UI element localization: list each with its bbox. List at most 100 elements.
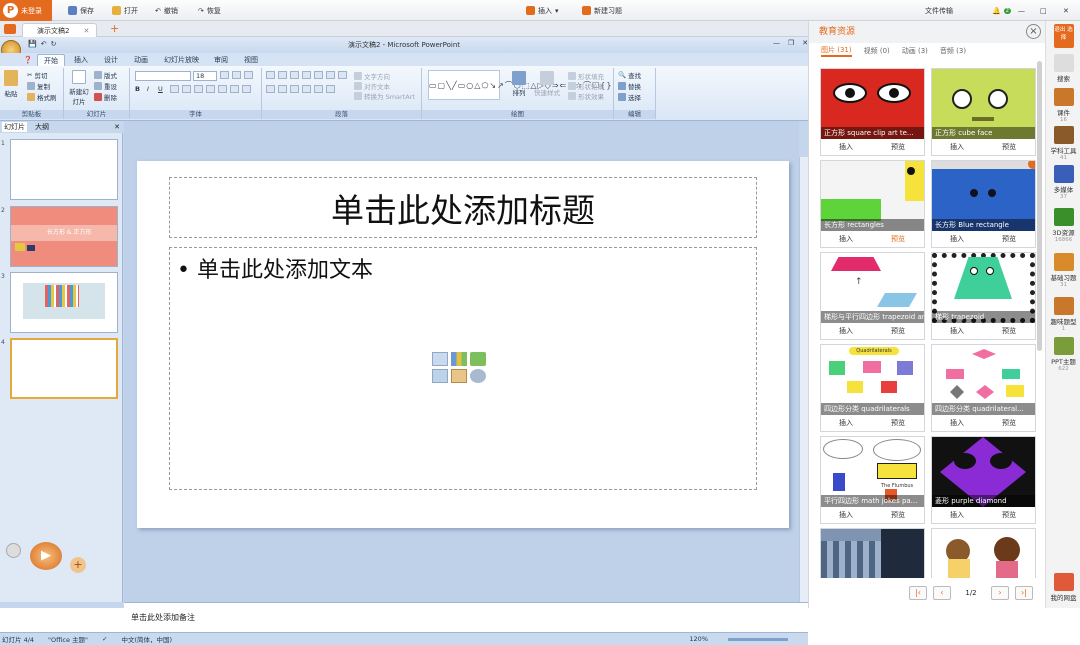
insert-button[interactable]: 插入: [950, 234, 964, 244]
tab-audio[interactable]: 音频 (3): [940, 46, 966, 56]
insert-menu[interactable]: 插入 ▾: [526, 4, 559, 17]
resource-thumbnail[interactable]: [821, 529, 924, 578]
sidebar-item[interactable]: 退出 选择: [1046, 24, 1080, 49]
font-size-select[interactable]: 18: [193, 71, 217, 81]
restore-icon[interactable]: ❐: [788, 39, 794, 47]
insert-clipart-icon[interactable]: [451, 369, 467, 383]
select-button[interactable]: 选择: [618, 92, 641, 102]
preview-button[interactable]: 预览: [891, 234, 905, 244]
resource-thumbnail[interactable]: 菱形 purple diamond: [932, 437, 1035, 507]
save-icon[interactable]: 💾: [28, 40, 37, 48]
resource-card[interactable]: The Flumbus 平行四边形 math jokes pa... 插入 预览: [820, 436, 925, 524]
resource-thumbnail[interactable]: 正方形 cube face: [932, 69, 1035, 139]
preview-button[interactable]: 预览: [891, 418, 905, 428]
tab-images[interactable]: 图片 (31): [821, 45, 852, 57]
maximize-button[interactable]: □: [1040, 4, 1047, 17]
resource-card[interactable]: [820, 528, 925, 578]
resource-card[interactable]: 长方形 Blue rectangle 插入 预览: [931, 160, 1036, 248]
last-page-button[interactable]: ›|: [1015, 586, 1033, 600]
add-button[interactable]: +: [70, 557, 86, 573]
next-page-button[interactable]: ›: [991, 586, 1009, 600]
sidebar-item[interactable]: 3D资源 16866: [1046, 208, 1080, 243]
resource-thumbnail[interactable]: 长方形 Blue rectangle: [932, 161, 1035, 231]
smartart-button[interactable]: 转换为 SmartArt: [354, 91, 415, 101]
resource-thumbnail[interactable]: [932, 529, 1035, 578]
copy-button[interactable]: 复制: [27, 81, 50, 91]
preview-button[interactable]: 预览: [1002, 510, 1016, 520]
resource-thumbnail[interactable]: Quadrilaterals 四边形分类 quadrilaterals: [821, 345, 924, 415]
insert-button[interactable]: 插入: [839, 418, 853, 428]
replace-button[interactable]: 替换: [618, 81, 641, 91]
delete-slide-button[interactable]: 删除: [94, 92, 117, 102]
tab-outline[interactable]: 大纲: [35, 122, 49, 132]
resource-thumbnail[interactable]: ↑梯形与平行四边形 trapezoid and parallelogram: [821, 253, 924, 323]
open-button[interactable]: 打开: [112, 4, 138, 17]
undo-button[interactable]: ↶ 撤销: [155, 4, 178, 17]
minimize-button[interactable]: —: [1018, 4, 1025, 17]
resource-card[interactable]: 菱形 purple diamond 插入 预览: [931, 436, 1036, 524]
resource-thumbnail[interactable]: The Flumbus 平行四边形 math jokes pa...: [821, 437, 924, 507]
sidebar-item[interactable]: 搜索: [1046, 54, 1080, 83]
slide-thumbnail-4[interactable]: [10, 338, 118, 399]
insert-picture-icon[interactable]: [432, 369, 448, 383]
zoom-level[interactable]: 120%: [689, 635, 708, 643]
resource-thumbnail[interactable]: 正方形 square clip art te...: [821, 69, 924, 139]
tab-animation[interactable]: 动画: [128, 54, 154, 66]
tab-animations[interactable]: 动画 (3): [902, 46, 928, 56]
help-icon[interactable]: ❓: [22, 54, 34, 66]
insert-smartart-icon[interactable]: [470, 352, 486, 366]
first-page-button[interactable]: |‹: [909, 586, 927, 600]
grow-font-button[interactable]: [220, 71, 254, 79]
insert-button[interactable]: 插入: [839, 142, 853, 152]
shapes-gallery[interactable]: ▭▢╲╱▭○△⬠↘↗⌒⬡⬚△▷◇⇒⇐⇑☆⌒☐{}: [428, 70, 611, 100]
insert-button[interactable]: 插入: [950, 326, 964, 336]
resource-card[interactable]: 梯形 trapezoid 插入 预览: [931, 252, 1036, 340]
insert-button[interactable]: 插入: [839, 326, 853, 336]
resource-card[interactable]: ↑梯形与平行四边形 trapezoid and parallelogram 插入 预…: [820, 252, 925, 340]
resource-card[interactable]: Quadrilaterals 四边形分类 quadrilaterals 插入 预览: [820, 344, 925, 432]
new-exercise-button[interactable]: 新建习题: [582, 4, 622, 17]
save-button[interactable]: 保存: [68, 4, 94, 17]
small-window-button[interactable]: [6, 543, 21, 558]
shape-effects-button[interactable]: 形状效果: [568, 91, 604, 101]
vertical-scrollbar[interactable]: [799, 157, 808, 602]
find-button[interactable]: 🔍 查找: [618, 70, 641, 80]
reset-button[interactable]: 重设: [94, 81, 117, 91]
layout-button[interactable]: 版式: [94, 70, 117, 80]
resource-thumbnail[interactable]: 长方形 rectangles: [821, 161, 924, 231]
cut-button[interactable]: ✂ 剪切: [27, 70, 47, 80]
shape-fill-button[interactable]: 形状填充: [568, 71, 604, 81]
align-buttons[interactable]: [266, 85, 336, 93]
undo-icon[interactable]: ↶: [41, 40, 47, 48]
preview-button[interactable]: 预览: [1002, 142, 1016, 152]
resource-thumbnail[interactable]: 梯形 trapezoid: [932, 253, 1035, 323]
shape-outline-button[interactable]: 形状轮廓: [568, 81, 604, 91]
document-tab[interactable]: 演示文稿2 ✕: [22, 23, 97, 37]
zoom-slider[interactable]: [728, 637, 788, 641]
panel-scrollbar[interactable]: [1037, 61, 1042, 351]
preview-button[interactable]: 预览: [891, 142, 905, 152]
resource-card[interactable]: 正方形 square clip art te... 插入 预览: [820, 68, 925, 156]
preview-button[interactable]: 预览: [891, 510, 905, 520]
sidebar-item[interactable]: PPT主题 622: [1046, 337, 1080, 372]
resource-card[interactable]: [931, 528, 1036, 578]
insert-button[interactable]: 插入: [839, 510, 853, 520]
tab-slideshow[interactable]: 幻灯片放映: [158, 54, 205, 66]
resource-card[interactable]: 长方形 rectangles 插入 预览: [820, 160, 925, 248]
underline-button[interactable]: U: [158, 85, 163, 93]
sidebar-item[interactable]: 趣味题型 1: [1046, 297, 1080, 332]
insert-media-icon[interactable]: [470, 369, 486, 383]
sidebar-item[interactable]: 学科工具 41: [1046, 126, 1080, 161]
tab-videos[interactable]: 视频 (0): [864, 46, 890, 56]
close-tab-icon[interactable]: ✕: [83, 27, 89, 35]
tab-slides[interactable]: 幻灯片: [2, 122, 27, 132]
insert-button[interactable]: 插入: [950, 418, 964, 428]
title-placeholder[interactable]: 单击此处添加标题: [169, 177, 757, 238]
redo-button[interactable]: ↷ 恢复: [198, 4, 221, 17]
format-painter-button[interactable]: 格式刷: [27, 92, 57, 102]
italic-button[interactable]: I: [147, 85, 149, 93]
home-icon[interactable]: [4, 24, 16, 34]
sidebar-item[interactable]: 多媒体 37: [1046, 165, 1080, 200]
new-slide-button[interactable]: 新建幻灯片: [68, 70, 90, 106]
close-pane-icon[interactable]: ✕: [114, 123, 120, 131]
